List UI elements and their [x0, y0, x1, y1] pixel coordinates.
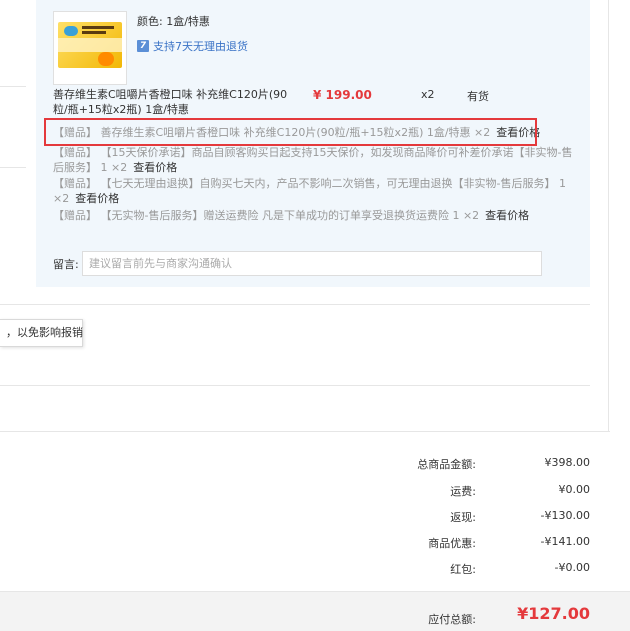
product-quantity: x2 [421, 88, 435, 101]
return-7day-icon: 7 [137, 40, 149, 52]
summary-label-goods-total: 总商品金额: [417, 458, 476, 471]
stock-status: 有货 [467, 90, 489, 103]
return-policy[interactable]: 7 支持7天无理由退货 [137, 38, 248, 54]
message-input[interactable] [82, 251, 542, 276]
summary-label-discount: 商品优惠: [428, 537, 476, 550]
section-divider [0, 385, 590, 386]
view-price-link[interactable]: 查看价格 [75, 192, 119, 205]
message-label: 留言: [53, 258, 79, 271]
product-image[interactable] [53, 11, 127, 85]
summary-label-cashback: 返现: [450, 511, 476, 524]
gift-item: 【赠品】 【15天保价承诺】商品自顾客购买日起支持15天保价，如发现商品降价可补… [53, 145, 573, 175]
section-divider [0, 304, 590, 305]
gift-tag: 【赠品】 [53, 146, 97, 159]
summary-value-shipping: ¥0.00 [558, 483, 591, 496]
gift-tag: 【赠品】 [53, 177, 97, 190]
view-price-link[interactable]: 查看价格 [133, 161, 177, 174]
gift-text: 【七天无理由退换】自购买七天内，产品不影响二次销售，可无理由退换【非实物-售后服… [53, 177, 566, 205]
gift-tag: 【赠品】 [53, 209, 97, 222]
summary-label-shipping: 运费: [450, 485, 476, 498]
product-title[interactable]: 善存维生素C咀嚼片香橙口味 补充维C120片(90粒/瓶+15粒x2瓶) 1盒/… [53, 87, 293, 117]
gift-text: 【15天保价承诺】商品自顾客购买日起支持15天保价，如发现商品降价可补差价承诺【… [53, 146, 573, 174]
section-divider [0, 431, 610, 432]
highlight-box [44, 118, 537, 146]
gift-item: 【赠品】 【七天无理由退换】自购买七天内，产品不影响二次销售，可无理由退换【非实… [53, 176, 573, 206]
summary-value-goods-total: ¥398.00 [544, 456, 591, 469]
summary-value-red-packet: -¥0.00 [554, 561, 590, 574]
product-box-graphic [58, 22, 122, 68]
total-amount: ¥127.00 [517, 604, 590, 623]
summary-value-cashback: -¥130.00 [540, 509, 590, 522]
left-divider [0, 86, 26, 87]
view-price-link[interactable]: 查看价格 [485, 209, 529, 222]
left-divider-2 [0, 167, 26, 168]
summary-label-red-packet: 红包: [450, 563, 476, 576]
total-label: 应付总额: [428, 613, 476, 626]
product-price: ¥ 199.00 [313, 88, 372, 102]
invoice-tooltip: ，以免影响报销 [0, 319, 83, 347]
gift-text: 【无实物-售后服务】赠送运费险 凡是下单成功的订单享受退换货运费险 1 ×2 [97, 209, 480, 222]
right-border [608, 0, 609, 432]
gift-item: 【赠品】 【无实物-售后服务】赠送运费险 凡是下单成功的订单享受退换货运费险 1… [53, 208, 573, 223]
return-policy-label: 支持7天无理由退货 [153, 40, 248, 53]
product-spec: 颜色: 1盒/特惠 [137, 15, 210, 28]
summary-value-discount: -¥141.00 [540, 535, 590, 548]
